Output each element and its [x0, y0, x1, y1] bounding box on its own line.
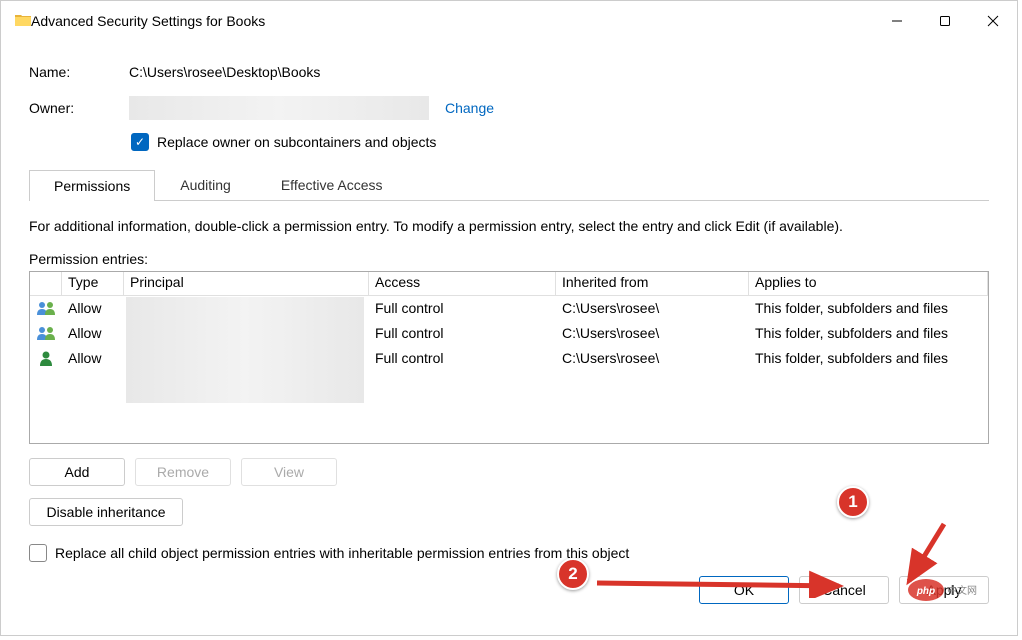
replace-owner-checkbox[interactable]: ✓ [131, 133, 149, 151]
people-icon [30, 298, 62, 318]
replace-all-checkbox[interactable]: ✓ [29, 544, 47, 562]
col-access[interactable]: Access [369, 272, 556, 296]
person-icon [30, 348, 62, 368]
replace-all-label: Replace all child object permission entr… [55, 545, 629, 561]
close-button[interactable] [969, 1, 1017, 41]
people-icon [30, 323, 62, 343]
minimize-button[interactable] [873, 1, 921, 41]
annotation-badge-2: 2 [557, 558, 589, 590]
annotation-arrow-1 [849, 516, 969, 596]
maximize-button[interactable] [921, 1, 969, 41]
replace-owner-label: Replace owner on subcontainers and objec… [157, 134, 436, 150]
tab-auditing[interactable]: Auditing [155, 169, 256, 200]
col-inherited[interactable]: Inherited from [556, 272, 749, 296]
annotation-badge-1: 1 [837, 486, 869, 518]
col-type[interactable]: Type [62, 272, 124, 296]
entries-label: Permission entries: [29, 251, 989, 267]
remove-button[interactable]: Remove [135, 458, 231, 486]
tab-effective-access[interactable]: Effective Access [256, 169, 408, 200]
folder-icon [15, 13, 31, 30]
titlebar: Advanced Security Settings for Books [1, 1, 1017, 41]
window-title: Advanced Security Settings for Books [31, 13, 873, 29]
info-text: For additional information, double-click… [29, 217, 989, 237]
view-button[interactable]: View [241, 458, 337, 486]
change-owner-link[interactable]: Change [445, 100, 494, 116]
col-applies[interactable]: Applies to [749, 272, 988, 296]
disable-inheritance-button[interactable]: Disable inheritance [29, 498, 183, 526]
principal-blur [126, 297, 364, 403]
col-principal[interactable]: Principal [124, 272, 369, 296]
owner-label: Owner: [29, 100, 129, 116]
owner-value [129, 96, 429, 120]
annotation-arrow-2 [589, 568, 859, 598]
name-label: Name: [29, 64, 129, 80]
permissions-table: Type Principal Access Inherited from App… [29, 271, 989, 444]
name-value: C:\Users\rosee\Desktop\Books [129, 64, 320, 80]
add-button[interactable]: Add [29, 458, 125, 486]
tab-permissions[interactable]: Permissions [29, 170, 155, 201]
